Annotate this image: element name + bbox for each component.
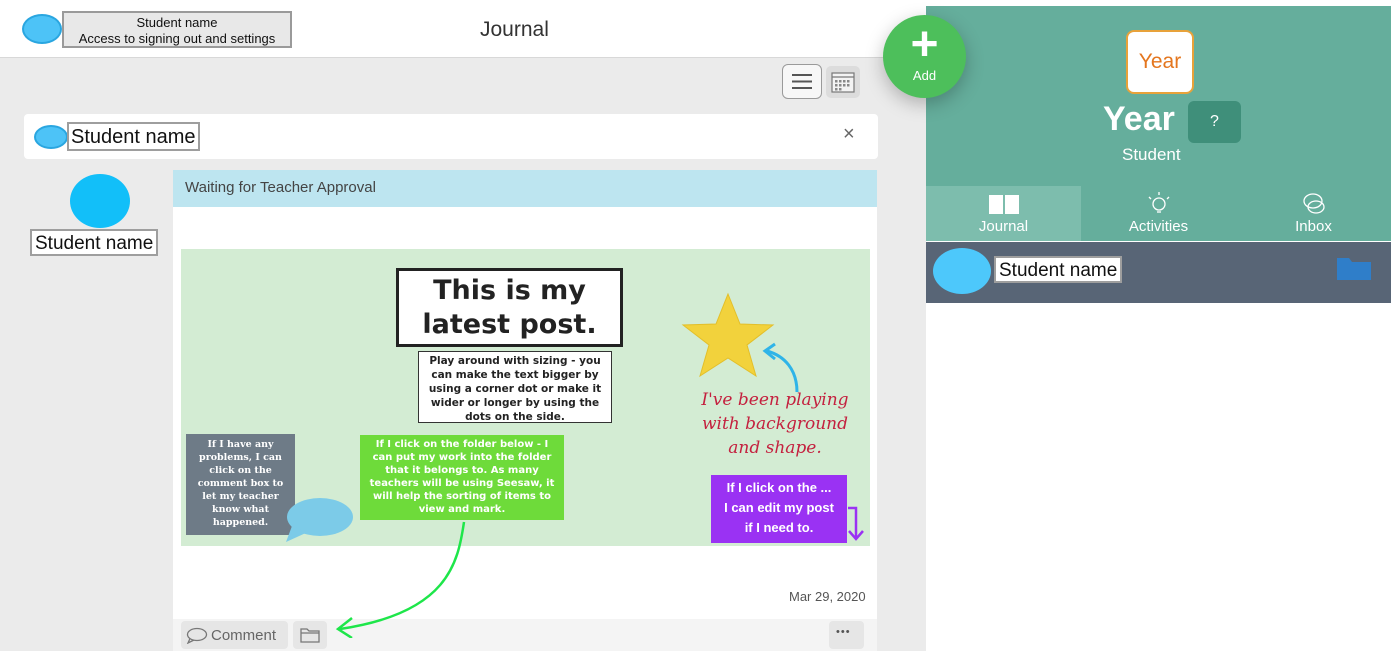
account-callout-note: Access to signing out and settings <box>78 31 276 46</box>
student-row-name: Student name <box>994 256 1123 283</box>
user-role: Student <box>1122 145 1181 164</box>
poster-background-note-2: with background <box>701 414 849 434</box>
class-badge[interactable]: Year <box>1126 30 1194 94</box>
post-author-avatar <box>70 174 130 228</box>
comment-label: Comment <box>211 627 277 644</box>
add-label: Add <box>912 68 937 83</box>
plus-icon: + <box>910 18 939 71</box>
help-button[interactable]: ? <box>1188 101 1241 143</box>
post-date: Mar 29, 2020 <box>789 589 866 604</box>
user-avatar[interactable] <box>22 14 62 44</box>
student-row-avatar <box>933 248 991 294</box>
down-arrow-icon <box>848 506 864 541</box>
poster-edit-tip-1: If I click on the ... <box>726 480 832 495</box>
calendar-icon <box>831 72 855 93</box>
filter-student-name: Student name <box>67 122 200 151</box>
tab-inbox[interactable]: Inbox <box>1236 186 1391 241</box>
class-name: Year <box>1103 100 1175 138</box>
poster-edit-tip-3: if I need to. <box>744 520 814 535</box>
poster-edit-tip-2: I can edit my post <box>724 500 834 515</box>
poster-background-note-1: I've been playing <box>701 390 849 410</box>
account-callout[interactable]: Student name Access to signing out and s… <box>62 11 292 48</box>
poster-background-note-3: and shape. <box>728 438 822 458</box>
student-folder-icon[interactable] <box>1336 255 1372 281</box>
tab-inbox-label: Inbox <box>1295 218 1332 235</box>
tab-activities-label: Activities <box>1128 218 1189 235</box>
folder-icon <box>300 628 320 643</box>
book-icon <box>989 195 1019 214</box>
curved-arrow-icon <box>762 342 799 393</box>
close-icon[interactable]: × <box>843 123 855 146</box>
comment-icon <box>186 627 208 644</box>
filter-student-avatar <box>34 125 68 149</box>
list-view-icon <box>792 74 812 89</box>
post-author-name: Student name <box>30 229 159 256</box>
poster-comment-tip: If I have any problems, I can click on t… <box>186 434 295 535</box>
poster-sizing-tip: Play around with sizing - you can make t… <box>418 351 612 423</box>
list-view-button[interactable] <box>782 64 822 99</box>
poster-title-line1: This is my <box>433 275 586 306</box>
tab-journal-label: Journal <box>978 218 1029 235</box>
calendar-view-button[interactable] <box>826 66 860 98</box>
add-button[interactable]: + Add <box>883 15 966 98</box>
approval-status: Waiting for Teacher Approval <box>185 179 376 196</box>
poster-title-line2: latest post. <box>422 309 597 340</box>
tab-activities[interactable]: Activities <box>1081 186 1236 241</box>
annotation-arrow-icon <box>335 521 466 638</box>
account-callout-name: Student name <box>136 15 218 30</box>
more-icon: ••• <box>836 626 851 638</box>
poster-folder-tip: If I click on the folder below - I can p… <box>360 435 564 520</box>
folder-button[interactable] <box>293 621 327 649</box>
page-title: Journal <box>480 18 549 41</box>
chat-bubbles-icon <box>1303 193 1325 214</box>
more-options-button[interactable]: ••• <box>829 621 864 649</box>
tab-journal[interactable]: Journal <box>926 186 1081 241</box>
comment-button[interactable]: Comment <box>181 621 288 649</box>
lightbulb-icon <box>1148 192 1170 213</box>
